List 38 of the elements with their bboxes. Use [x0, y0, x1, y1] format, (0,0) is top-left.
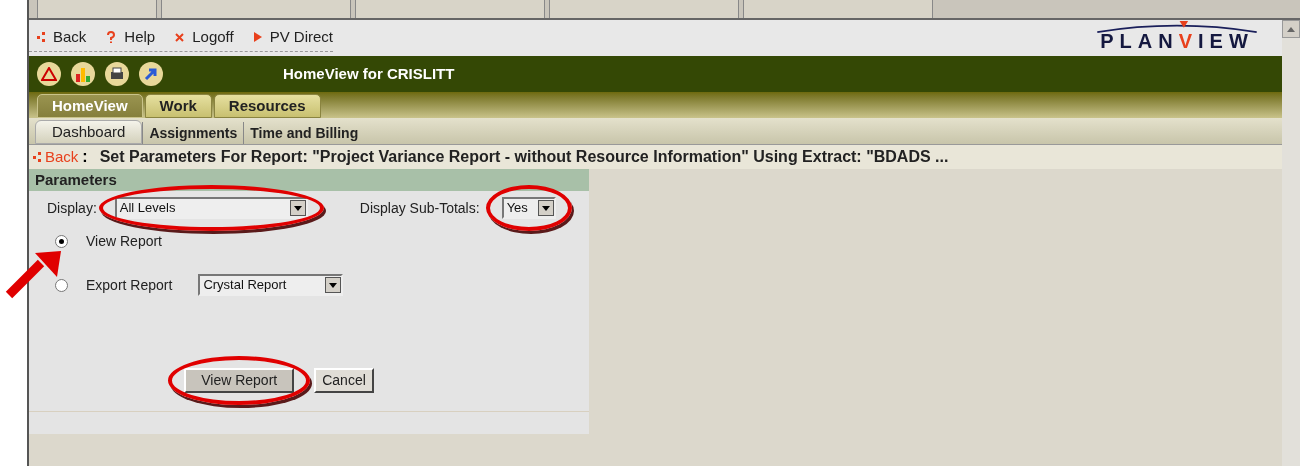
tab[interactable]: Work [144, 94, 212, 118]
panel-header: Parameters [29, 169, 589, 191]
scrollbar[interactable] [1282, 20, 1300, 466]
up-arrow-icon [1287, 26, 1295, 32]
option-label: Export Report [86, 275, 173, 295]
planview-logo: PLAN V IEW [1092, 21, 1262, 51]
close-icon [175, 32, 185, 42]
radio-button[interactable] [55, 235, 68, 248]
scroll-up-button[interactable] [1282, 20, 1300, 38]
chart-icon[interactable] [71, 62, 95, 86]
subtab[interactable]: Assignments [142, 122, 244, 144]
subtotals-dropdown[interactable]: Yes [501, 197, 556, 219]
separator: : [82, 147, 88, 167]
dots-icon [33, 152, 41, 162]
format-dropdown[interactable]: Crystal Report [198, 274, 344, 296]
form-button[interactable]: View Report [184, 368, 295, 393]
printer-icon[interactable] [105, 62, 129, 86]
field-label: Display Sub-Totals: [359, 198, 480, 218]
display-dropdown[interactable]: All Levels [114, 197, 308, 219]
header-title: HomeView for CRISLITT [283, 63, 455, 84]
help-icon [106, 31, 117, 44]
chevron-icon [253, 32, 262, 43]
tab[interactable]: Resources [213, 94, 321, 118]
warning-icon[interactable] [37, 62, 61, 86]
radio-button[interactable] [55, 278, 68, 292]
form-button[interactable]: Cancel [314, 368, 374, 393]
field-label: Display: [47, 198, 97, 218]
nav-link[interactable]: Help [106, 26, 156, 49]
page-title: Set Parameters For Report: "Project Variance Report - without Resource Information" Using Extract: "BDADS ... [99, 147, 949, 167]
option-label: View Report [86, 232, 162, 251]
tab[interactable]: HomeView [37, 94, 143, 118]
nav-link[interactable]: Logoff [175, 26, 234, 49]
nav-link[interactable]: Back [37, 26, 87, 49]
subtab[interactable]: Dashboard [35, 120, 143, 144]
annotation-arrow [5, 249, 63, 299]
dots-icon [37, 32, 45, 43]
nav-link[interactable]: PV Direct [253, 26, 333, 49]
subtab[interactable]: Time and Billing [243, 122, 365, 144]
